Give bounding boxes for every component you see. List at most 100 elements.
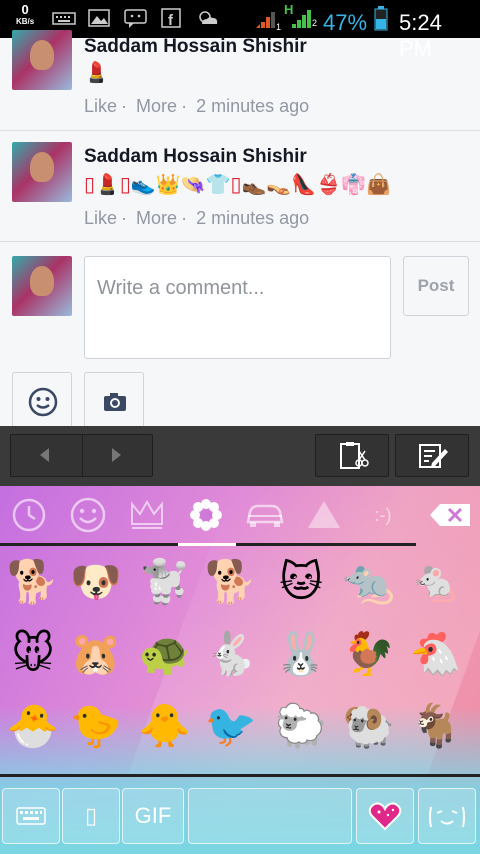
- emoji-key[interactable]: 🐁: [406, 552, 466, 612]
- emoji-key[interactable]: 🐩: [135, 552, 195, 612]
- avatar[interactable]: [12, 142, 72, 202]
- keyboard-switch-button[interactable]: [2, 788, 60, 844]
- network-speed-unit: KB/s: [16, 17, 35, 26]
- emoji-key[interactable]: 🐢: [135, 624, 195, 684]
- clipboard-cut-icon: [340, 442, 369, 469]
- space-bar[interactable]: [188, 788, 352, 844]
- tab-recent[interactable]: [0, 486, 58, 544]
- comment-item: Saddam Hossain Shishir 💄 Like · More · 2 m…: [0, 30, 480, 128]
- emoji-key[interactable]: 🐱: [271, 552, 331, 612]
- flower-icon: [190, 499, 222, 531]
- more-link[interactable]: More: [136, 208, 177, 228]
- edit-button[interactable]: [395, 434, 469, 477]
- emoji-key[interactable]: 🐹: [66, 624, 126, 684]
- emoji-key[interactable]: 🐕: [201, 552, 261, 612]
- signal-icon: 1: [254, 6, 284, 32]
- emoji-key[interactable]: 🐭: [3, 624, 63, 684]
- comment-meta: Like · More · 2 minutes ago: [84, 96, 313, 117]
- emoji-key[interactable]: 🐓: [339, 624, 399, 684]
- emoji-key[interactable]: 🐑: [271, 696, 331, 756]
- bottom-divider: [0, 774, 480, 777]
- comment-text: ▯💄▯👟👑👒👕▯👞👡👠👙👘👜: [84, 174, 391, 196]
- sim2-label: 2: [312, 18, 318, 28]
- keyboard-icon: [16, 807, 46, 825]
- post-button[interactable]: Post: [403, 256, 469, 316]
- crown-icon: [131, 500, 163, 529]
- like-link[interactable]: Like: [84, 208, 117, 228]
- chat-icon: [124, 8, 148, 28]
- emoticon-button[interactable]: [418, 788, 476, 844]
- car-icon: [246, 504, 284, 527]
- keyboard-icon: [52, 8, 76, 28]
- backspace-icon: [430, 504, 470, 526]
- emoji-key[interactable]: 🐦: [201, 696, 261, 756]
- emoji-key[interactable]: 🐏: [339, 696, 399, 756]
- facebook-icon: f: [160, 8, 184, 29]
- emoji-key[interactable]: 🐥: [135, 696, 195, 756]
- like-link[interactable]: Like: [84, 96, 117, 116]
- comment-author[interactable]: Saddam Hossain Shishir: [84, 36, 307, 58]
- sticker-button[interactable]: [12, 372, 72, 428]
- clock-icon: [12, 498, 46, 532]
- emoji-keyboard: :-) 🐕 🐶 🐩 🐕 🐱 🐀 🐁 🐭 🐹 🐢 🐇 🐰 🐓 🐔 🐣 🐤 🐥 🐦 🐑 🐏 🐐 ▯ GIF: [0, 486, 480, 854]
- clipboard-button[interactable]: [315, 434, 389, 477]
- status-bar: 0 KB/s f 1 H 2 47% 5:24 PM: [0, 0, 480, 61]
- emoji-category-tabs: :-): [0, 486, 420, 544]
- emoji-key[interactable]: 🐤: [66, 696, 126, 756]
- heart-icon: [368, 802, 402, 831]
- battery-icon: [374, 6, 388, 32]
- meta-separator: ·: [121, 208, 128, 228]
- tab-symbols[interactable]: [295, 486, 353, 544]
- tab-objects[interactable]: [118, 486, 176, 544]
- svg-text:f: f: [168, 12, 174, 28]
- weather-icon: [196, 8, 220, 28]
- arrow-left-icon: [40, 448, 49, 462]
- emoji-key[interactable]: 🐕: [3, 552, 63, 612]
- network-speed-value: 0: [21, 2, 29, 17]
- battery-percent: 47%: [323, 10, 368, 35]
- comment-text: 💄: [84, 62, 109, 84]
- comment-input[interactable]: Write a comment...: [84, 256, 391, 359]
- image-icon: [88, 8, 112, 28]
- meta-separator: ·: [121, 96, 128, 116]
- emoji-key[interactable]: 🐣: [3, 696, 63, 756]
- divider: [0, 241, 480, 242]
- emoji-key[interactable]: 🐰: [271, 624, 331, 684]
- comment-meta: Like · More · 2 minutes ago: [84, 208, 313, 229]
- photo-button[interactable]: [84, 372, 144, 428]
- tab-nature[interactable]: [177, 486, 235, 544]
- comment-author[interactable]: Saddam Hossain Shishir: [84, 146, 307, 168]
- meta-separator: ·: [181, 208, 188, 228]
- arrow-right-icon: [112, 448, 121, 462]
- cursor-arrows: [10, 434, 153, 477]
- emoji-key[interactable]: 🐔: [406, 624, 466, 684]
- active-tab-indicator: [178, 543, 236, 546]
- gif-button[interactable]: GIF: [122, 788, 184, 844]
- emoji-key[interactable]: 🐐: [406, 696, 466, 756]
- theme-button[interactable]: [356, 788, 414, 844]
- emoji-key[interactable]: 🐀: [339, 552, 399, 612]
- smiley-icon: [28, 387, 58, 417]
- camera-icon: [104, 393, 126, 411]
- emoji-key[interactable]: 🐇: [201, 624, 261, 684]
- meta-separator: ·: [181, 96, 188, 116]
- network-speed: 0 KB/s: [16, 2, 35, 28]
- tab-emoticons[interactable]: :-): [354, 486, 412, 544]
- tab-places[interactable]: [236, 486, 294, 544]
- backspace-button[interactable]: [430, 504, 470, 526]
- avatar[interactable]: [12, 30, 72, 90]
- more-link[interactable]: More: [136, 96, 177, 116]
- emoji-placeholder-key[interactable]: ▯: [62, 788, 120, 844]
- divider: [0, 130, 480, 131]
- sim1-label: 1: [276, 22, 281, 32]
- comment-timestamp: 2 minutes ago: [196, 208, 310, 228]
- comment-item: Saddam Hossain Shishir ▯💄▯👟👑👒👕▯👞👡👠👙👘👜 Li…: [0, 132, 480, 240]
- emoji-key[interactable]: 🐶: [66, 552, 126, 612]
- my-avatar: [12, 256, 72, 316]
- cursor-left-button[interactable]: [11, 435, 82, 476]
- cursor-right-button[interactable]: [83, 435, 154, 476]
- smiley-icon: [70, 497, 106, 533]
- keyboard-toolbar: [0, 426, 480, 486]
- emoticon-icon: [429, 806, 465, 828]
- tab-smileys[interactable]: [59, 486, 117, 544]
